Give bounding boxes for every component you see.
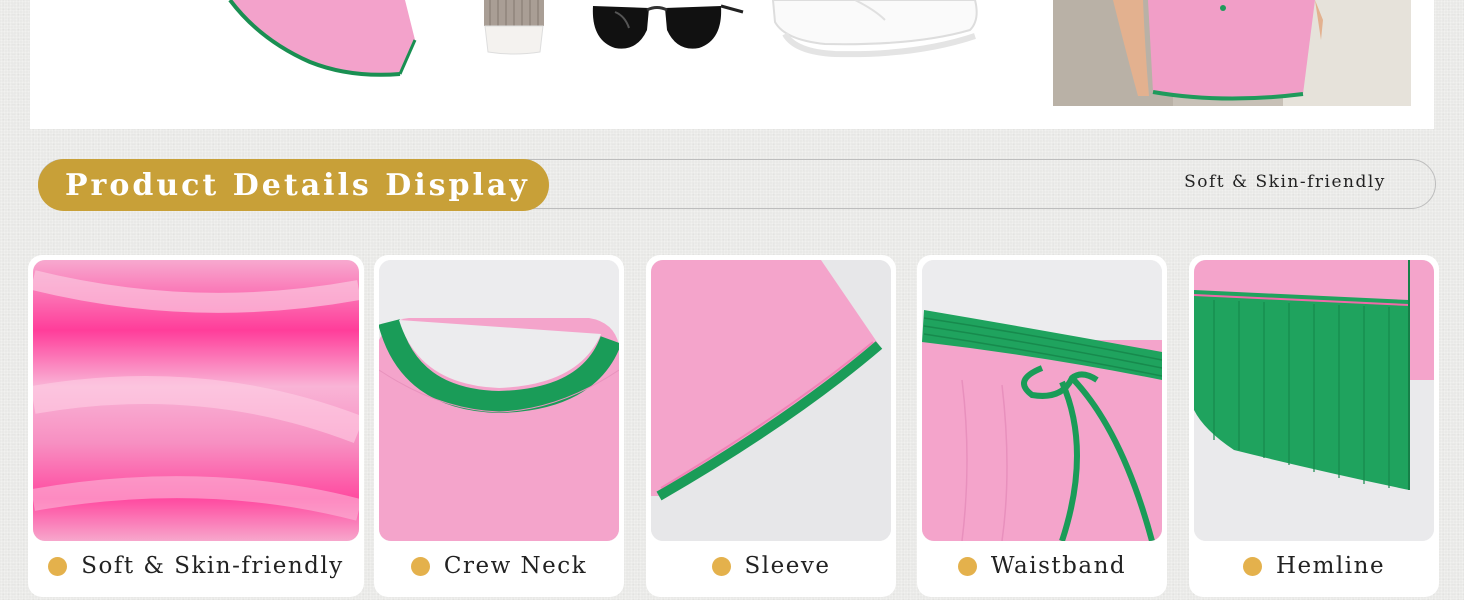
detail-caption: Soft & Skin-friendly — [28, 551, 364, 581]
sneaker-icon — [771, 0, 978, 58]
sleeve-closeup-image — [651, 260, 891, 541]
bullet-dot-icon — [711, 556, 731, 576]
waistband-closeup-image — [922, 260, 1162, 541]
bullet-dot-icon — [48, 556, 68, 576]
bullet-dot-icon — [1242, 556, 1262, 576]
bullet-dot-icon — [410, 556, 430, 576]
detail-label: Hemline — [1275, 553, 1386, 579]
sunglasses-icon — [592, 4, 744, 49]
detail-card-crew-neck: Crew Neck — [374, 255, 624, 597]
hemline-closeup-image — [1194, 260, 1434, 541]
bullet-dot-icon — [957, 556, 977, 576]
model-photo — [1053, 0, 1411, 106]
detail-card-hemline: Hemline — [1189, 255, 1439, 597]
detail-caption: Sleeve — [646, 551, 896, 581]
cup-icon — [484, 0, 544, 55]
detail-caption: Hemline — [1189, 551, 1439, 581]
skirt-icon — [228, 0, 417, 77]
section-title: Product Details Display — [65, 167, 530, 203]
detail-label: Crew Neck — [443, 553, 588, 579]
detail-label: Soft & Skin-friendly — [81, 553, 344, 579]
fabric-closeup-image — [33, 260, 359, 541]
section-subtitle: Soft & Skin-friendly — [1184, 172, 1386, 192]
detail-card-sleeve: Sleeve — [646, 255, 896, 597]
collar-closeup-image — [379, 260, 619, 541]
detail-label: Waistband — [990, 553, 1127, 579]
detail-caption: Crew Neck — [374, 551, 624, 581]
detail-card-fabric: Soft & Skin-friendly — [28, 255, 364, 597]
section-title-pill: Product Details Display — [38, 159, 549, 211]
accessories-panel — [30, 0, 1434, 129]
detail-label: Sleeve — [744, 553, 831, 579]
detail-caption: Waistband — [917, 551, 1167, 581]
detail-card-waistband: Waistband — [917, 255, 1167, 597]
